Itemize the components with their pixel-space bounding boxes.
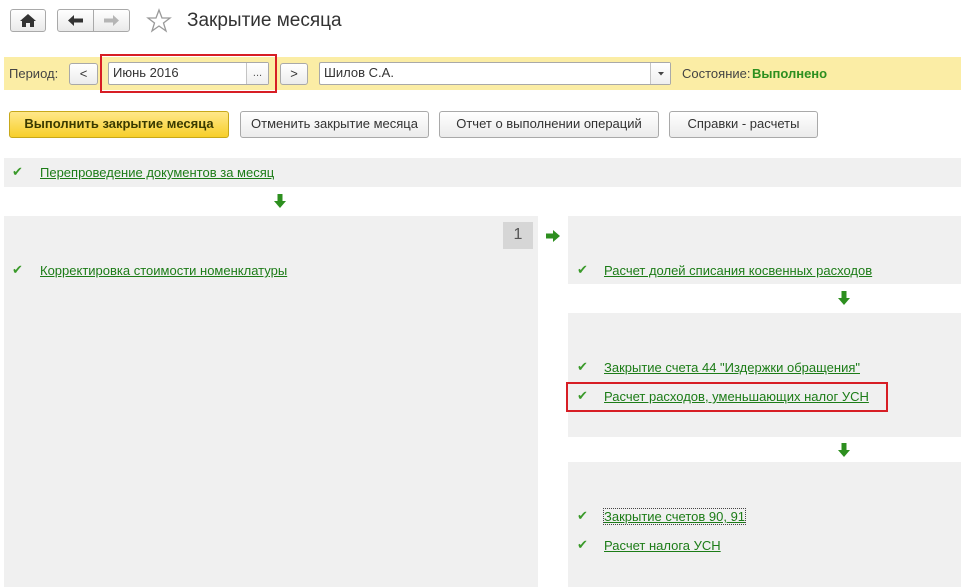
check-icon: ✔ xyxy=(12,262,23,277)
arrow-down-icon xyxy=(838,443,850,457)
step-close-90-91-link[interactable]: Закрытие счетов 90, 91 xyxy=(602,508,747,525)
period-next-button[interactable]: > xyxy=(280,63,308,85)
step-repost-link[interactable]: Перепроведение документов за месяц xyxy=(40,165,274,180)
check-icon: ✔ xyxy=(12,164,23,179)
expenses-panel xyxy=(568,313,961,437)
stage-number-badge: 1 xyxy=(503,222,533,249)
period-prev-button[interactable]: < xyxy=(69,63,98,85)
cancel-closing-button[interactable]: Отменить закрытие месяца xyxy=(240,111,429,138)
favorite-star-button[interactable] xyxy=(146,8,172,34)
state-value: Выполнено xyxy=(752,66,828,81)
arrow-right-icon xyxy=(104,15,119,26)
step-cost-adjust-link[interactable]: Корректировка стоимости номенклатуры xyxy=(40,263,287,278)
period-value: Июнь 2016 xyxy=(113,65,179,80)
check-icon: ✔ xyxy=(577,262,588,277)
home-icon xyxy=(20,14,36,27)
calculations-button[interactable]: Справки - расчеты xyxy=(669,111,818,138)
organization-select[interactable]: Шилов С.А. xyxy=(319,62,671,85)
organization-dropdown-button[interactable] xyxy=(650,63,670,84)
check-icon: ✔ xyxy=(577,537,588,552)
back-button[interactable] xyxy=(57,9,94,32)
operations-report-button[interactable]: Отчет о выполнении операций xyxy=(439,111,659,138)
period-label: Период: xyxy=(9,66,59,81)
state-label: Состояние: xyxy=(682,66,751,81)
check-icon: ✔ xyxy=(577,359,588,374)
run-closing-button[interactable]: Выполнить закрытие месяца xyxy=(9,111,229,138)
arrow-right-icon xyxy=(546,230,560,242)
home-button[interactable] xyxy=(10,9,46,32)
period-input[interactable]: Июнь 2016 ... xyxy=(108,62,269,85)
step-usn-tax-link[interactable]: Расчет налога УСН xyxy=(604,538,721,553)
arrow-left-icon xyxy=(68,15,83,26)
step-usn-expenses-link[interactable]: Расчет расходов, уменьшающих налог УСН xyxy=(604,389,869,404)
arrow-down-icon xyxy=(274,194,286,208)
star-icon xyxy=(146,8,172,33)
period-select-button[interactable]: ... xyxy=(246,63,268,84)
final-panel xyxy=(568,462,961,587)
page-title: Закрытие месяца xyxy=(187,10,342,31)
step-indirect-shares-link[interactable]: Расчет долей списания косвенных расходов xyxy=(604,263,872,278)
check-icon: ✔ xyxy=(577,508,588,523)
organization-value: Шилов С.А. xyxy=(324,65,394,80)
step-close-44-link[interactable]: Закрытие счета 44 "Издержки обращения" xyxy=(604,360,860,375)
arrow-down-icon xyxy=(838,291,850,305)
forward-button[interactable] xyxy=(93,9,130,32)
chevron-down-icon xyxy=(658,72,664,76)
check-icon: ✔ xyxy=(577,388,588,403)
